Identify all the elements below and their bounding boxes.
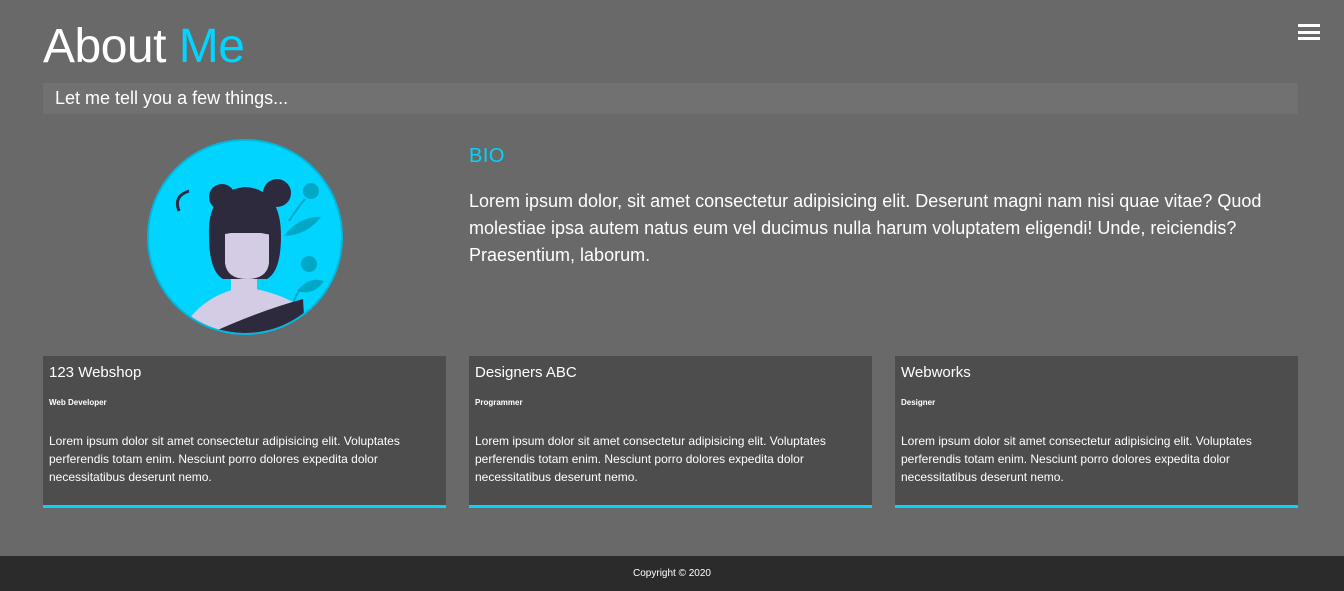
job-company: Designers ABC bbox=[475, 364, 577, 381]
page-footer: Copyright © 2020 bbox=[0, 556, 1344, 591]
bio-heading: BIO bbox=[469, 145, 505, 167]
page-title-main: About bbox=[43, 20, 166, 73]
avatar-svg bbox=[149, 141, 341, 333]
job-cards: 123 Webshop Web Developer Lorem ipsum do… bbox=[43, 356, 1298, 508]
bio-section: BIO Lorem ipsum dolor, sit amet consecte… bbox=[469, 144, 1299, 269]
job-description: Lorem ipsum dolor sit amet consectetur a… bbox=[475, 434, 826, 484]
job-role: Programmer bbox=[475, 398, 523, 407]
job-role: Designer bbox=[901, 398, 936, 407]
avatar-illustration-icon bbox=[147, 139, 343, 335]
menu-bar bbox=[1298, 30, 1320, 34]
page-header: About Me Let me tell you a few things... bbox=[43, 18, 1298, 114]
menu-bar bbox=[1298, 37, 1320, 40]
job-company: Webworks bbox=[901, 364, 971, 381]
page-tagline: Let me tell you a few things... bbox=[43, 83, 1298, 114]
job-company: 123 Webshop bbox=[49, 364, 142, 381]
job-card: Designers ABC Programmer Lorem ipsum dol… bbox=[469, 356, 872, 508]
hamburger-menu-icon[interactable] bbox=[1298, 24, 1320, 40]
bio-text: Lorem ipsum dolor, sit amet consectetur … bbox=[469, 191, 1262, 265]
page-title: About Me bbox=[43, 18, 1298, 76]
job-card: 123 Webshop Web Developer Lorem ipsum do… bbox=[43, 356, 446, 508]
job-description: Lorem ipsum dolor sit amet consectetur a… bbox=[49, 434, 400, 484]
job-card: Webworks Designer Lorem ipsum dolor sit … bbox=[895, 356, 1298, 508]
copyright-text: Copyright © 2020 bbox=[633, 568, 711, 579]
menu-bar bbox=[1298, 24, 1320, 27]
job-description: Lorem ipsum dolor sit amet consectetur a… bbox=[901, 434, 1252, 484]
page-title-accent: Me bbox=[178, 20, 245, 73]
job-role: Web Developer bbox=[49, 398, 107, 407]
